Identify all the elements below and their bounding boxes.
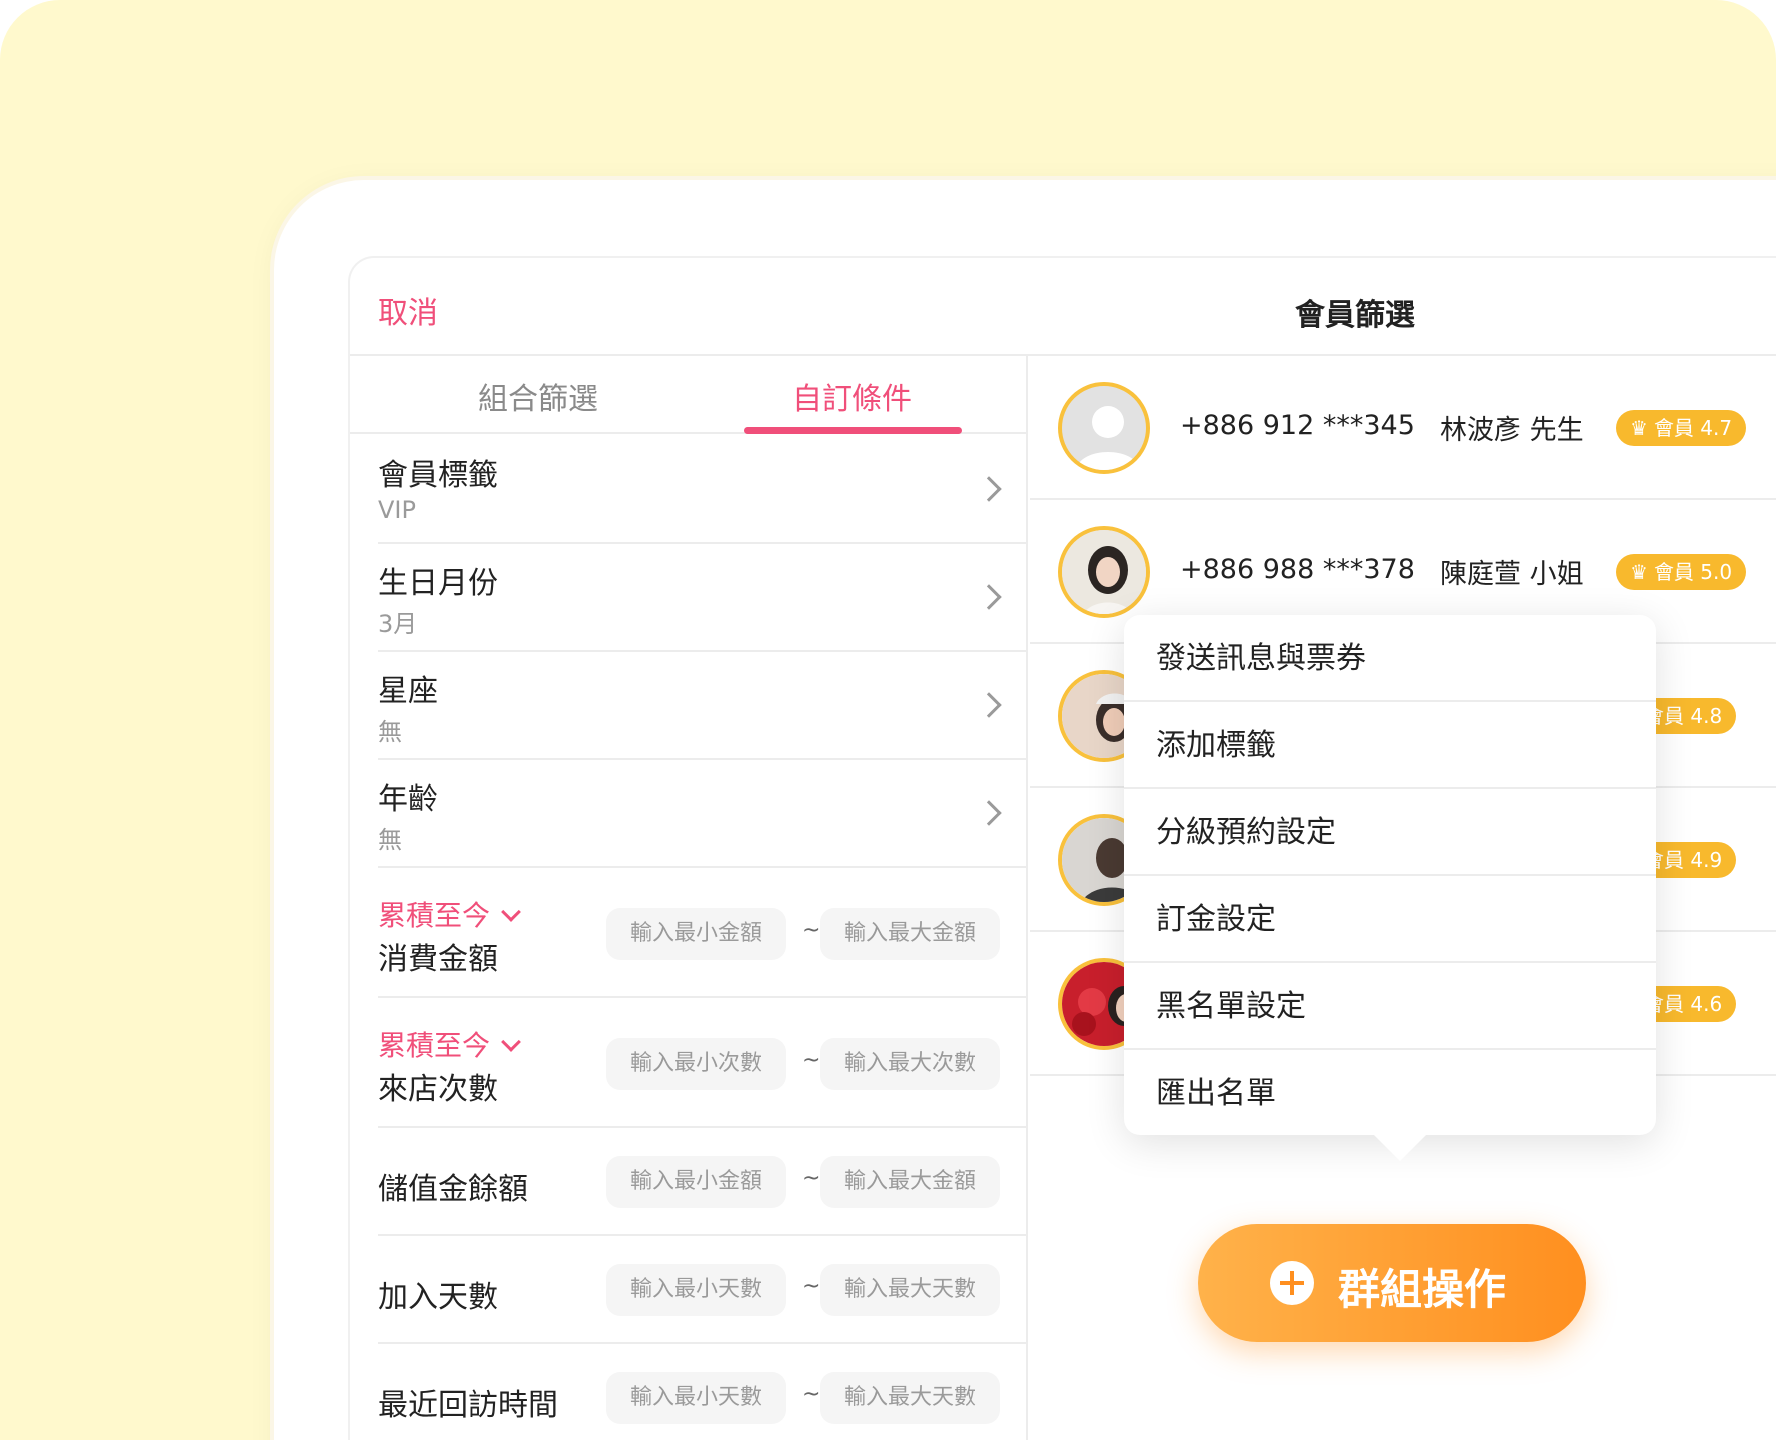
filter-label: 星座 xyxy=(378,674,438,709)
filter-value: 無 xyxy=(378,718,402,746)
page-title: 會員篩選 xyxy=(1295,298,1415,333)
default-avatar-icon xyxy=(1076,406,1140,470)
crown-icon: ♛ xyxy=(1630,560,1648,584)
max-days-input[interactable]: 輸入最大天數 xyxy=(820,1372,1000,1424)
min-amount-input[interactable]: 輸入最小金額 xyxy=(606,1156,786,1208)
range-row-spending: 累積至今 消費金額 輸入最小金額 ~ 輸入最大金額 xyxy=(378,868,1028,998)
avatar xyxy=(1058,526,1150,618)
filter-row-birthday-month[interactable]: 生日月份 3月 xyxy=(378,544,1028,652)
chevron-down-icon xyxy=(501,902,521,922)
filter-tabs: 組合篩選 自訂條件 xyxy=(350,356,1026,434)
member-name: 林波彥 先生 xyxy=(1440,415,1584,446)
tab-combined-filter[interactable]: 組合篩選 xyxy=(478,374,598,418)
chevron-right-icon xyxy=(976,584,1002,610)
range-label: 儲值金餘額 xyxy=(378,1172,528,1207)
range-period-selector[interactable]: 累積至今 xyxy=(378,1024,521,1064)
menu-item-add-tag[interactable]: 添加標籤 xyxy=(1124,702,1656,789)
group-action-menu: 發送訊息與票券 添加標籤 分級預約設定 訂金設定 黑名單設定 匯出名單 xyxy=(1124,615,1656,1161)
cancel-button[interactable]: 取消 xyxy=(378,288,438,332)
group-action-label: 群組操作 xyxy=(1338,1265,1507,1314)
range-separator: ~ xyxy=(802,1048,821,1073)
filter-value: VIP xyxy=(378,496,416,524)
menu-item-deposit-settings[interactable]: 訂金設定 xyxy=(1124,876,1656,963)
range-label: 來店次數 xyxy=(378,1072,498,1107)
menu-item-export-list[interactable]: 匯出名單 xyxy=(1124,1050,1656,1137)
max-amount-input[interactable]: 輸入最大金額 xyxy=(820,1156,1000,1208)
min-days-input[interactable]: 輸入最小天數 xyxy=(606,1372,786,1424)
range-label: 加入天數 xyxy=(378,1280,498,1315)
member-row[interactable]: +886 912 ***345 林波彥 先生 ♛ 會員 4.7 xyxy=(1030,356,1776,500)
chevron-down-icon xyxy=(501,1032,521,1052)
filter-row-age[interactable]: 年齡 無 xyxy=(378,760,1028,868)
range-separator: ~ xyxy=(802,1382,821,1407)
menu-pointer xyxy=(1374,1135,1426,1161)
active-tab-indicator xyxy=(744,427,962,434)
range-separator: ~ xyxy=(802,918,821,943)
min-days-input[interactable]: 輸入最小天數 xyxy=(606,1264,786,1316)
filter-row-member-tag[interactable]: 會員標籤 VIP xyxy=(378,436,1028,544)
filter-label: 年齡 xyxy=(378,782,438,817)
max-amount-input[interactable]: 輸入最大金額 xyxy=(820,908,1000,960)
member-phone: +886 988 ***378 xyxy=(1180,554,1415,585)
member-photo xyxy=(1062,530,1146,614)
menu-item-send-message[interactable]: 發送訊息與票券 xyxy=(1124,615,1656,702)
chevron-right-icon xyxy=(976,800,1002,826)
min-count-input[interactable]: 輸入最小次數 xyxy=(606,1038,786,1090)
range-separator: ~ xyxy=(802,1166,821,1191)
member-name: 陳庭萱 小姐 xyxy=(1440,559,1584,590)
crown-icon: ♛ xyxy=(1630,416,1648,440)
menu-item-blacklist[interactable]: 黑名單設定 xyxy=(1124,963,1656,1050)
chevron-right-icon xyxy=(976,692,1002,718)
top-bar: 取消 會員篩選 xyxy=(350,258,1776,356)
range-label: 最近回訪時間 xyxy=(378,1388,558,1423)
group-action-button[interactable]: 群組操作 xyxy=(1198,1224,1586,1342)
filter-value: 3月 xyxy=(378,610,418,638)
member-level-badge: ♛ 會員 5.0 xyxy=(1616,554,1747,590)
range-label: 消費金額 xyxy=(378,942,498,977)
range-row-join-days: 加入天數 輸入最小天數 ~ 輸入最大天數 xyxy=(378,1236,1028,1344)
plus-circle-icon xyxy=(1270,1261,1314,1305)
max-days-input[interactable]: 輸入最大天數 xyxy=(820,1264,1000,1316)
filter-row-zodiac[interactable]: 星座 無 xyxy=(378,652,1028,760)
range-row-visits: 累積至今 來店次數 輸入最小次數 ~ 輸入最大次數 xyxy=(378,998,1028,1128)
member-phone: +886 912 ***345 xyxy=(1180,410,1415,441)
member-level-badge: ♛ 會員 4.7 xyxy=(1616,410,1747,446)
tab-custom-conditions[interactable]: 自訂條件 xyxy=(792,374,912,418)
filter-label: 會員標籤 xyxy=(378,458,498,493)
range-period-selector[interactable]: 累積至今 xyxy=(378,894,521,934)
avatar xyxy=(1058,382,1150,474)
menu-item-booking-level[interactable]: 分級預約設定 xyxy=(1124,789,1656,876)
range-row-last-visit: 最近回訪時間 輸入最小天數 ~ 輸入最大天數 xyxy=(378,1344,1028,1440)
max-count-input[interactable]: 輸入最大次數 xyxy=(820,1038,1000,1090)
range-row-stored-value: 儲值金餘額 輸入最小金額 ~ 輸入最大金額 xyxy=(378,1128,1028,1236)
min-amount-input[interactable]: 輸入最小金額 xyxy=(606,908,786,960)
range-separator: ~ xyxy=(802,1274,821,1299)
chevron-right-icon xyxy=(976,476,1002,502)
filter-label: 生日月份 xyxy=(378,566,498,601)
filter-value: 無 xyxy=(378,826,402,854)
filter-panel: 組合篩選 自訂條件 會員標籤 VIP 生日月份 3月 星座 無 年齡 無 累積至… xyxy=(350,356,1028,1440)
